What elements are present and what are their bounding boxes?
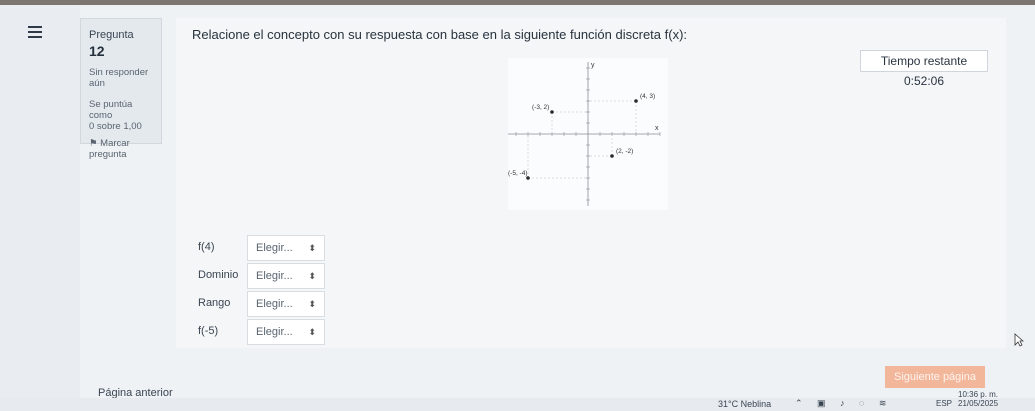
x-axis-label: x	[655, 125, 659, 132]
match-label: f(4)	[198, 241, 215, 253]
match-select-value: Elegir...	[256, 326, 293, 338]
match-select-value: Elegir...	[256, 270, 293, 282]
clock-time: 10:36 p. m.	[958, 390, 999, 399]
next-page-button[interactable]: Siguiente página	[885, 366, 985, 388]
data-point-label: (-5, -4)	[508, 170, 528, 177]
data-point-label: (2, -2)	[616, 148, 633, 155]
match-select[interactable]: Elegir... ⬍	[247, 291, 325, 317]
weather-text: 31°C Neblina	[718, 399, 772, 409]
language-indicator[interactable]: ESP	[936, 399, 952, 408]
clock-date: 21/05/2025	[958, 399, 999, 408]
question-text: Relacione el concepto con su respuesta c…	[192, 27, 688, 42]
flag-label: Marcar	[100, 138, 130, 149]
status-line-2: aún	[89, 78, 105, 89]
flag-label-2: pregunta	[89, 149, 127, 160]
select-arrows-icon: ⬍	[308, 243, 316, 253]
score-line-1: Se puntúa como	[89, 99, 133, 121]
data-point	[610, 154, 614, 158]
status-line-1: Sin responder	[89, 67, 149, 78]
match-select[interactable]: Elegir... ⬍	[247, 263, 325, 289]
hamburger-icon[interactable]	[28, 26, 42, 38]
select-arrows-icon: ⬍	[308, 271, 316, 281]
flag-icon: ⚑	[89, 138, 98, 149]
match-label: Dominio	[198, 269, 239, 281]
taskbar: 31°C Neblina ⌃ ▣ ♪ ◌ ≋ ESP 10:36 p. m. 2…	[0, 390, 1035, 411]
match-select[interactable]: Elegir... ⬍	[247, 319, 325, 345]
flag-question-link[interactable]: ⚑ Marcar	[89, 138, 153, 149]
left-rail	[0, 5, 80, 400]
match-select[interactable]: Elegir... ⬍	[247, 235, 325, 261]
data-point	[634, 99, 638, 103]
match-label: Rango	[198, 297, 231, 309]
question-label: Pregunta	[89, 29, 134, 41]
graph-svg: x y (4, 3) (-3, 2) (2, -2) (-5, -4)	[508, 62, 661, 206]
select-arrows-icon: ⬍	[308, 327, 316, 337]
timer: Tiempo restante 0:52:06	[860, 50, 988, 88]
window-top-strip	[0, 0, 1035, 5]
tray-icons[interactable]: ⌃ ▣ ♪ ◌ ≋	[795, 398, 892, 409]
clock[interactable]: 10:36 p. m. 21/05/2025	[958, 390, 998, 408]
data-point	[550, 110, 554, 114]
match-label: f(-5)	[198, 325, 219, 337]
data-point-label: (4, 3)	[640, 93, 655, 100]
select-arrows-icon: ⬍	[308, 299, 316, 309]
question-number: 12	[89, 43, 105, 59]
score-line-2: 0 sobre 1,00	[89, 121, 142, 132]
y-axis-label: y	[591, 62, 595, 69]
question-info-box: Pregunta 12 Sin responder aún Se puntúa …	[80, 18, 162, 160]
function-graph: x y (4, 3) (-3, 2) (2, -2) (-5, -4)	[508, 58, 668, 210]
mouse-cursor-icon	[1014, 333, 1024, 347]
match-select-value: Elegir...	[256, 242, 293, 254]
data-point-label: (-3, 2)	[532, 104, 549, 111]
match-select-value: Elegir...	[256, 298, 293, 310]
